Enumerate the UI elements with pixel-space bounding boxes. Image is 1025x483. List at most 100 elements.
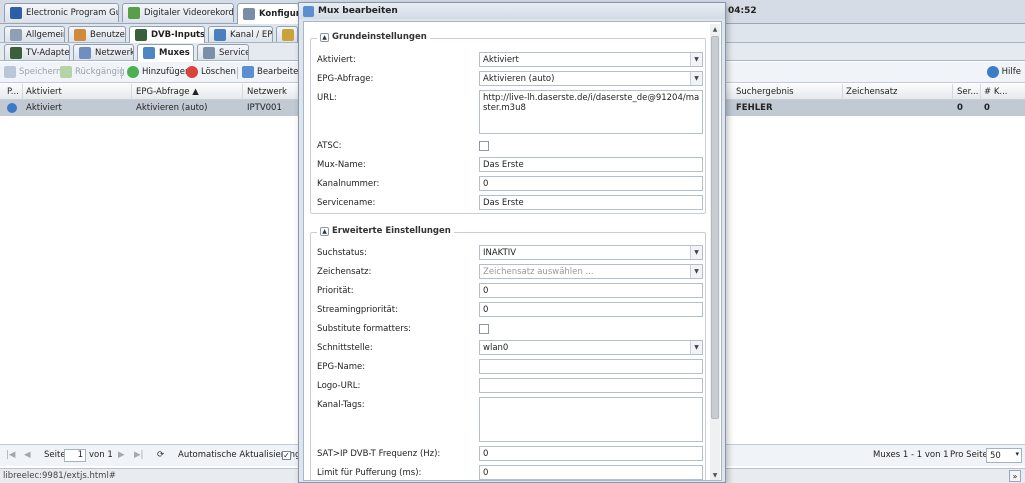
column-divider <box>242 84 243 100</box>
tab-epg[interactable]: Electronic Program Guide <box>4 3 119 22</box>
column-divider <box>952 84 953 100</box>
column-divider <box>842 84 843 100</box>
priority-input[interactable]: 0 <box>479 283 703 298</box>
services-icon <box>203 46 215 59</box>
tab-dvb-inputs[interactable]: DVB-Inputs <box>129 26 205 43</box>
interface-label: Schnittstelle: <box>317 343 373 353</box>
page-field-wrap: 1 <box>64 449 86 462</box>
tab-muxes[interactable]: Muxes <box>137 44 194 61</box>
cell-channels: 0 <box>984 103 990 113</box>
collapse-icon: ▲ <box>320 32 329 42</box>
tab-general-label: Allgemein <box>26 29 65 40</box>
basic-settings-title: Grundeinstellungen <box>332 32 427 42</box>
edit-button[interactable]: Bearbeiten <box>242 66 304 78</box>
substitute-formatters-checkbox[interactable] <box>479 324 489 334</box>
channel-icon <box>214 28 226 41</box>
epg-name-label: EPG-Name: <box>317 362 366 372</box>
last-page-button[interactable]: ▶| <box>134 450 143 460</box>
channel-tags-field[interactable] <box>479 397 703 442</box>
interface-select[interactable]: wlan0 ▼ <box>479 340 703 355</box>
atsc-checkbox[interactable] <box>479 141 489 151</box>
col-channels[interactable]: # K... <box>984 87 1008 97</box>
cell-services: 0 <box>957 103 963 113</box>
collapse-icon: ▲ <box>320 226 329 236</box>
tab-networks[interactable]: Netzwerke <box>73 44 134 60</box>
add-button[interactable]: Hinzufügen <box>127 66 190 78</box>
tab-dvr-label: Digitaler Videorekorder <box>144 8 234 18</box>
buffer-limit-input[interactable]: 0 <box>479 465 703 480</box>
users-icon <box>74 28 86 41</box>
page-input[interactable]: 1 <box>64 449 86 462</box>
col-enabled[interactable]: Aktiviert <box>26 87 62 97</box>
col-epg-scan[interactable]: EPG-Abfrage ▲ <box>136 87 199 97</box>
column-divider <box>22 84 23 100</box>
tab-config[interactable]: Konfiguration <box>237 3 299 24</box>
tab-users[interactable]: Benutzer <box>68 26 126 42</box>
tab-services[interactable]: Services <box>197 44 249 60</box>
per-page-value: 50 <box>990 450 1001 461</box>
tab-general[interactable]: Allgemein <box>4 26 65 42</box>
tab-channel-epg[interactable]: Kanal / EPG <box>208 26 273 42</box>
delete-button[interactable]: Löschen <box>186 66 236 78</box>
play-icon[interactable] <box>7 103 17 113</box>
col-services[interactable]: Ser... <box>957 87 978 97</box>
col-charset[interactable]: Zeichensatz <box>846 87 898 97</box>
tab-tv-adapter[interactable]: TV-Adapter <box>4 44 70 60</box>
dialog-scrollbar[interactable]: ▲ ▼ <box>710 24 720 480</box>
add-icon <box>127 66 139 78</box>
collapse-button[interactable]: » <box>1009 470 1021 482</box>
refresh-button[interactable]: ⟳ <box>157 450 164 460</box>
enabled-select[interactable]: Aktiviert ▼ <box>479 52 703 67</box>
logo-url-input[interactable] <box>479 378 703 393</box>
per-page-select[interactable]: 50 ▾ <box>986 448 1022 463</box>
tab-config-label: Konfiguration <box>259 9 298 19</box>
add-label: Hinzufügen <box>142 67 191 77</box>
dialog-title-bar[interactable]: Mux bearbeiten <box>299 3 725 19</box>
col-network[interactable]: Netzwerk <box>247 87 287 97</box>
epg-scan-value: Aktivieren (auto) <box>483 73 555 84</box>
prev-page-button[interactable]: ◀ <box>24 450 31 460</box>
refresh-icon: ⟳ <box>157 450 165 460</box>
save-button[interactable]: Speichern <box>4 66 61 78</box>
chevron-down-icon: ▼ <box>690 341 702 354</box>
channel-number-value: 0 <box>483 178 489 189</box>
service-name-label: Servicename: <box>317 198 376 208</box>
tab-tv-adapter-label: TV-Adapter <box>26 47 70 58</box>
col-scan-result[interactable]: Suchergebnis <box>736 87 794 97</box>
tab-dvr[interactable]: Digitaler Videorekorder <box>122 3 234 22</box>
save-icon <box>4 66 16 78</box>
first-page-button[interactable]: |◀ <box>6 450 15 460</box>
scroll-up-icon[interactable]: ▲ <box>710 24 720 34</box>
help-label: Hilfe <box>1001 67 1021 77</box>
wrench-icon <box>243 8 255 20</box>
auto-refresh-checkbox-wrap: ✓ <box>282 451 291 460</box>
help-button[interactable]: Hilfe <box>986 66 1021 78</box>
service-name-input[interactable]: Das Erste <box>479 195 703 210</box>
epg-scan-select[interactable]: Aktivieren (auto) ▼ <box>479 71 703 86</box>
undo-button[interactable]: Rückgängig <box>60 66 125 78</box>
scroll-down-icon[interactable]: ▼ <box>710 470 720 480</box>
undo-label: Rückgängig <box>75 67 125 77</box>
dvb-icon <box>135 29 147 41</box>
epg-icon <box>10 7 22 19</box>
tab-more[interactable] <box>276 26 298 42</box>
col-play[interactable]: P... <box>7 87 19 97</box>
scan-status-select[interactable]: INAKTIV ▼ <box>479 245 703 260</box>
epg-name-input[interactable] <box>479 359 703 374</box>
edit-icon <box>303 5 314 17</box>
service-name-value: Das Erste <box>483 197 524 208</box>
clock: 04:52 <box>728 6 757 16</box>
buffer-limit-label: Limit für Pufferung (ms): <box>317 468 422 478</box>
toolbar-divider <box>121 67 122 79</box>
scrollbar-thumb[interactable] <box>711 36 719 419</box>
channel-number-input[interactable]: 0 <box>479 176 703 191</box>
url-field[interactable]: http://live-lh.daserste.de/i/daserste_de… <box>479 90 703 134</box>
charset-select[interactable]: Zeichensatz auswählen ... ▼ <box>479 264 703 279</box>
basic-settings-legend[interactable]: ▲ Grundeinstellungen <box>317 32 430 42</box>
mux-name-input[interactable]: Das Erste <box>479 157 703 172</box>
advanced-settings-legend[interactable]: ▲ Erweiterte Einstellungen <box>317 226 454 236</box>
auto-refresh-checkbox[interactable]: ✓ <box>282 451 291 460</box>
satip-frequency-input[interactable]: 0 <box>479 446 703 461</box>
next-page-button[interactable]: ▶ <box>118 450 125 460</box>
streaming-priority-input[interactable]: 0 <box>479 302 703 317</box>
